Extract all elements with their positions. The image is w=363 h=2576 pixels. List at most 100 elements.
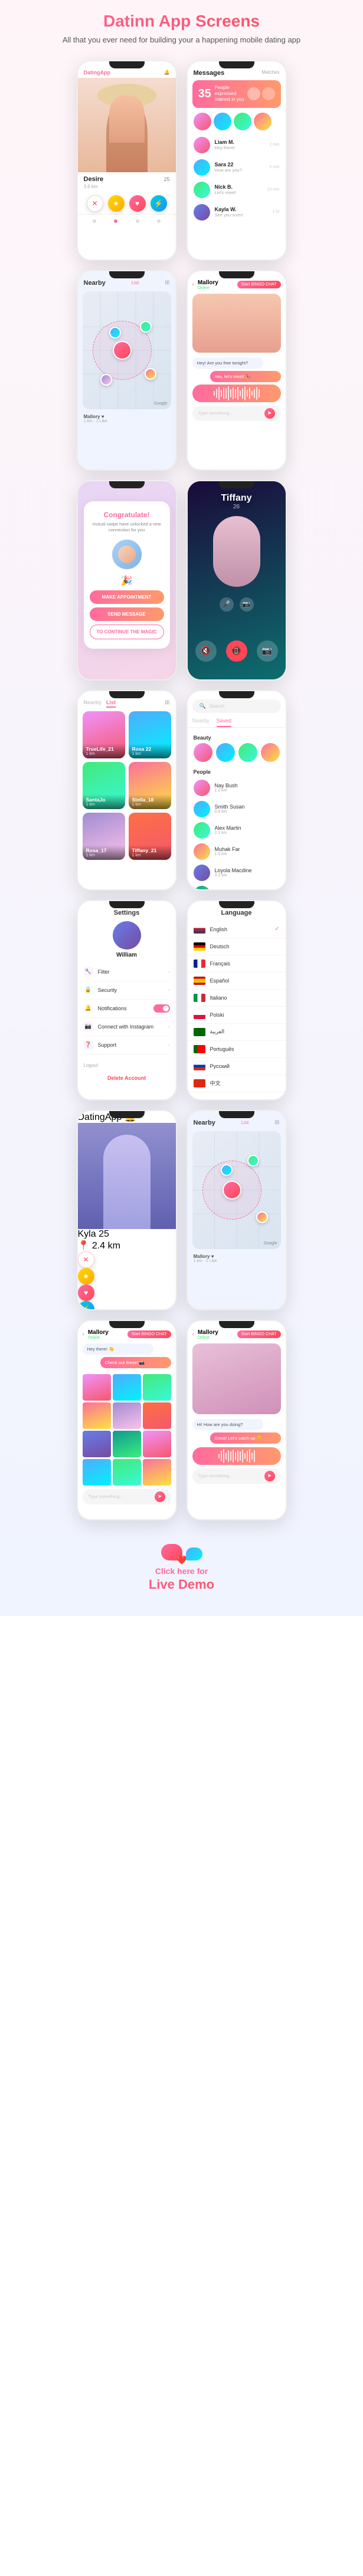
settings-item-notifications[interactable]: 🔔 Notifications: [84, 1000, 170, 1018]
bingo-chat-button-gallery[interactable]: Start BINGO CHAT: [127, 1330, 171, 1338]
list-item[interactable]: Nick B. Let's meet! 10 min: [188, 179, 286, 201]
dislike-button[interactable]: ✕: [87, 195, 103, 212]
map-pin-3[interactable]: [145, 368, 156, 380]
gallery-cell-7[interactable]: [83, 1431, 111, 1457]
map-pin-1[interactable]: [109, 327, 121, 339]
tab-list[interactable]: List: [106, 699, 116, 708]
list-card-3[interactable]: SantaJo 1 km: [83, 762, 125, 809]
like-button-2[interactable]: ♥: [78, 1284, 94, 1301]
back-button[interactable]: ‹: [192, 281, 194, 288]
settings-item-filter[interactable]: 🔧 Filter ›: [84, 963, 170, 981]
list-item[interactable]: Liam M. Hey there! 2 min: [188, 134, 286, 156]
match-av-3[interactable]: [234, 113, 251, 130]
gallery-cell-1[interactable]: [83, 1374, 111, 1401]
settings-item-security[interactable]: 🔒 Security ›: [84, 981, 170, 1000]
filter-icon-2[interactable]: ⊞: [274, 1119, 279, 1126]
gallery-cell-12[interactable]: [143, 1459, 171, 1486]
gallery-cell-9[interactable]: [143, 1431, 171, 1457]
camera-button[interactable]: 📷: [257, 640, 278, 662]
filter-icon-list[interactable]: ⊞: [165, 699, 169, 708]
back-button-chat2[interactable]: ‹: [192, 1331, 194, 1338]
gallery-cell-11[interactable]: [113, 1459, 141, 1486]
back-button-gallery[interactable]: ‹: [83, 1331, 84, 1338]
person-row-3[interactable]: Alex Martin 2.1 km: [188, 820, 286, 841]
lang-arabic[interactable]: العربية: [188, 1024, 286, 1041]
settings-item-instagram[interactable]: 📷 Connect with Instagram ›: [84, 1018, 170, 1036]
continue-button[interactable]: TO CONTINUE THE MAGIC: [90, 625, 164, 639]
person-row-6[interactable]: Robin Jessen 0.5 km: [188, 883, 286, 889]
list-card-4[interactable]: Stella_18 1 km: [129, 762, 171, 809]
list-item[interactable]: Kayla W. See you soon! 1 hr: [188, 201, 286, 224]
person-row-5[interactable]: Loyola Macdine 3.2 km: [188, 862, 286, 883]
tab-saved[interactable]: Saved: [217, 718, 232, 727]
lang-deutsch[interactable]: Deutsch: [188, 938, 286, 955]
list-card-2[interactable]: Rosa 22 1 km: [129, 711, 171, 758]
chat2-call-btn[interactable]: Start BINGO CHAT: [237, 1330, 281, 1338]
beauty-av-4[interactable]: [261, 743, 280, 762]
lang-english[interactable]: English ✓: [188, 921, 286, 938]
mute-button[interactable]: 🔇: [195, 640, 217, 662]
bingo-chat-button[interactable]: Start BINGO CHAT: [237, 281, 281, 288]
send-button[interactable]: ➤: [264, 408, 275, 419]
nav-messages[interactable]: [136, 219, 139, 223]
person-row-4[interactable]: Muhak Far 1.5 km: [188, 841, 286, 862]
gallery-cell-3[interactable]: [143, 1374, 171, 1401]
map-pin-3-2[interactable]: [256, 1211, 268, 1223]
list-card-6[interactable]: Tiffany_21 1 km: [129, 813, 171, 860]
lang-russian[interactable]: Русский: [188, 1058, 286, 1075]
gallery-cell-5[interactable]: [113, 1402, 141, 1429]
person-row-1[interactable]: Nay Bush 1.2 km: [188, 777, 286, 799]
gallery-cell-4[interactable]: [83, 1402, 111, 1429]
beauty-av-2[interactable]: [216, 743, 235, 762]
nav-profile[interactable]: [114, 219, 117, 223]
list-card-1[interactable]: TrueLife_21 1 km: [83, 711, 125, 758]
person-row-2[interactable]: Smith Susan 0.8 km: [188, 799, 286, 820]
superlike-button-2[interactable]: ★: [78, 1268, 94, 1284]
lang-chinese[interactable]: 中文: [188, 1075, 286, 1092]
search-input[interactable]: Search: [210, 704, 274, 709]
gallery-cell-2[interactable]: [113, 1374, 141, 1401]
list-card-5[interactable]: Rosa_17 1 km: [83, 813, 125, 860]
gallery-cell-8[interactable]: [113, 1431, 141, 1457]
tab-nearby-search[interactable]: Nearby: [192, 718, 210, 727]
tab-nearby[interactable]: Nearby: [84, 699, 102, 708]
gallery-cell-6[interactable]: [143, 1402, 171, 1429]
lang-francais[interactable]: Français: [188, 955, 286, 972]
matches-tab[interactable]: Matches: [261, 70, 279, 75]
mic-icon[interactable]: 🎤: [220, 597, 234, 612]
filter-icon[interactable]: ⊞: [165, 280, 169, 286]
map-tab2[interactable]: List: [132, 280, 139, 285]
lang-portugues[interactable]: Português: [188, 1041, 286, 1058]
lang-espanol[interactable]: Español: [188, 972, 286, 990]
live-demo-label[interactable]: Live Demo: [18, 1577, 345, 1592]
beauty-av-1[interactable]: [194, 743, 212, 762]
boost-button-2[interactable]: ⚡: [78, 1301, 94, 1309]
end-call-button[interactable]: 📵: [226, 640, 247, 662]
dislike-button-2[interactable]: ✕: [78, 1251, 94, 1268]
gallery-cell-10[interactable]: [83, 1459, 111, 1486]
match-av-1[interactable]: [194, 113, 211, 130]
lang-italiano[interactable]: Italiano: [188, 990, 286, 1007]
appointment-button[interactable]: MAKE APPOINTMENT: [90, 590, 164, 604]
superlike-button[interactable]: ★: [108, 195, 125, 212]
cam-icon[interactable]: 📷: [240, 597, 254, 612]
map-pin-2[interactable]: [140, 321, 152, 333]
chat2-input[interactable]: Type something...: [198, 1473, 261, 1478]
map-pin-1-2[interactable]: [221, 1164, 233, 1176]
list-item[interactable]: Sara 22 How are you? 5 min: [188, 156, 286, 179]
lang-polski[interactable]: Polski: [188, 1007, 286, 1024]
like-button[interactable]: ♥: [129, 195, 146, 212]
gallery-input[interactable]: Type something...: [89, 1494, 151, 1499]
message-input[interactable]: Type something...: [198, 410, 261, 416]
map-pin-4[interactable]: [100, 374, 112, 386]
match-av-4[interactable]: [254, 113, 272, 130]
match-av-2[interactable]: [214, 113, 231, 130]
click-here-label[interactable]: Click here for: [155, 1566, 208, 1576]
notification-icon[interactable]: 🔔: [164, 70, 170, 75]
map-tab2-2[interactable]: List: [241, 1120, 248, 1125]
notification-toggle[interactable]: [153, 1004, 170, 1013]
send-message-button[interactable]: SEND MESSAGE: [90, 607, 164, 621]
map-pin-2-2[interactable]: [247, 1155, 259, 1167]
beauty-av-3[interactable]: [238, 743, 257, 762]
send-button-gallery[interactable]: ➤: [155, 1491, 165, 1502]
